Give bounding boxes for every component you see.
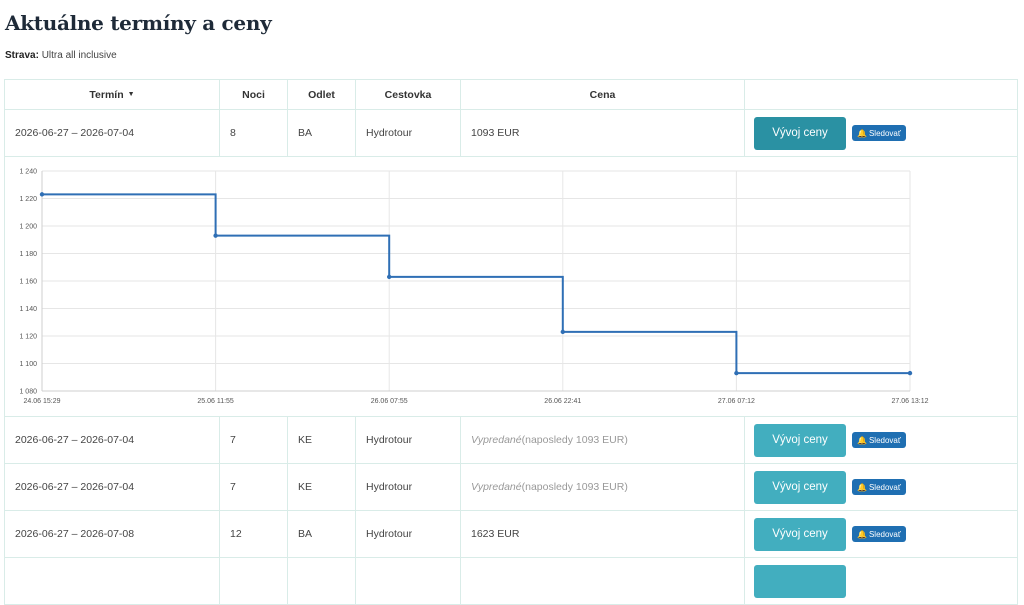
watch-button[interactable]: 🔔 Sledovať: [852, 526, 906, 542]
x-tick-label: 27.06 07:12: [718, 398, 755, 405]
board-info: Strava: Ultra all inclusive: [5, 50, 117, 61]
sort-down-icon: ▼: [127, 91, 135, 98]
actions-cell: [745, 558, 1017, 604]
header-departure: Odlet: [288, 80, 356, 109]
price-chart-row: 1 080 1 100 1 120 1 140 1 160 1 180 1 200 1 220…: [5, 157, 1018, 417]
nights-cell: 7: [220, 417, 288, 463]
board-value: Ultra all inclusive: [41, 50, 117, 61]
watch-label: Sledovať: [868, 128, 901, 138]
actions-cell: Vývoj ceny 🔔 Sledovať: [745, 110, 1017, 156]
price-history-button[interactable]: Vývoj ceny: [754, 470, 846, 504]
y-tick-label: 1 140: [19, 306, 37, 313]
table-row: 2026-06-27 – 2026-07-04 7 KE Hydrotour V…: [5, 417, 1018, 464]
last-price: (naposledy 1093 EUR): [521, 434, 628, 446]
price-cell: [461, 558, 745, 604]
table-row: 2026-06-27 – 2026-07-04 7 KE Hydrotour V…: [5, 464, 1018, 511]
data-point: [734, 370, 739, 376]
page-title: Aktuálne termíny a ceny: [5, 11, 272, 35]
agency-cell: Hydrotour: [356, 417, 461, 463]
header-agency: Cestovka: [356, 80, 461, 109]
x-tick-label: 24.06 15:29: [24, 398, 61, 405]
y-tick-label: 1 100: [19, 361, 37, 368]
table-row: 2026-06-27 – 2026-07-08 12 BA Hydrotour …: [5, 511, 1018, 558]
price-history-button[interactable]: Vývoj ceny: [754, 116, 846, 150]
departure-cell: KE: [288, 464, 356, 510]
header-nights: Noci: [220, 80, 288, 109]
term-cell: 2026-06-27 – 2026-07-08: [5, 511, 220, 557]
watch-button[interactable]: 🔔 Sledovať: [852, 479, 906, 495]
table-row: [5, 558, 1018, 605]
data-point: [387, 274, 392, 280]
data-point: [39, 192, 45, 197]
agency-cell: Hydrotour: [356, 110, 461, 156]
bell-icon: 🔔: [857, 482, 867, 492]
y-tick-label: 1 200: [19, 224, 37, 231]
departure-cell: BA: [288, 110, 356, 156]
agency-cell: Hydrotour: [356, 511, 461, 557]
header-price: Cena: [461, 80, 745, 109]
price-cell: Vypredané (naposledy 1093 EUR): [461, 464, 745, 510]
prices-table: Termín ▼ Noci Odlet Cestovka Cena 2026-0…: [4, 79, 1018, 605]
nights-cell: 7: [220, 464, 288, 510]
term-cell: 2026-06-27 – 2026-07-04: [5, 110, 220, 156]
header-term-label: Termín: [89, 88, 124, 101]
board-label: Strava:: [5, 50, 39, 61]
bell-icon: 🔔: [857, 128, 867, 138]
departure-cell: BA: [288, 511, 356, 557]
table-row: 2026-06-27 – 2026-07-04 8 BA Hydrotour 1…: [5, 110, 1018, 157]
price-history-button[interactable]: [754, 565, 846, 598]
data-point: [907, 370, 913, 376]
x-tick-label: 26.06 22:41: [544, 398, 581, 405]
bell-icon: 🔔: [857, 435, 867, 445]
price-cell: Vypredané (naposledy 1093 EUR): [461, 417, 745, 463]
x-tick-label: 26.06 07:55: [371, 398, 408, 405]
price-series-line: [42, 193, 910, 375]
nights-cell: [220, 558, 288, 604]
watch-label: Sledovať: [868, 529, 901, 539]
y-tick-label: 1 240: [19, 169, 37, 176]
actions-cell: Vývoj ceny 🔔 Sledovať: [745, 417, 1017, 463]
x-tick-label: 25.06 11:55: [197, 398, 234, 405]
sold-out-label: Vypredané: [471, 434, 522, 446]
bell-icon: 🔔: [857, 529, 867, 539]
term-cell: 2026-06-27 – 2026-07-04: [5, 464, 220, 510]
header-term[interactable]: Termín ▼: [5, 80, 220, 109]
y-tick-label: 1 180: [19, 251, 37, 258]
sold-out-label: Vypredané: [471, 481, 522, 493]
term-cell: [5, 558, 220, 604]
header-actions: [745, 80, 1017, 109]
price-history-button[interactable]: Vývoj ceny: [754, 423, 846, 457]
price-cell: 1093 EUR: [461, 110, 745, 156]
price-cell: 1623 EUR: [461, 511, 745, 557]
table-header: Termín ▼ Noci Odlet Cestovka Cena: [5, 80, 1018, 110]
watch-button[interactable]: 🔔 Sledovať: [852, 432, 906, 448]
term-cell: 2026-06-27 – 2026-07-04: [5, 417, 220, 463]
actions-cell: Vývoj ceny 🔔 Sledovať: [745, 511, 1017, 557]
watch-label: Sledovať: [868, 435, 901, 445]
agency-cell: Hydrotour: [356, 464, 461, 510]
y-tick-label: 1 120: [19, 334, 37, 341]
data-point: [560, 329, 565, 335]
y-tick-label: 1 220: [19, 196, 37, 203]
agency-cell: [356, 558, 461, 604]
data-point: [213, 233, 218, 238]
watch-button[interactable]: 🔔 Sledovať: [852, 125, 906, 141]
y-tick-label: 1 160: [19, 279, 37, 286]
nights-cell: 8: [220, 110, 288, 156]
price-history-button[interactable]: Vývoj ceny: [754, 517, 846, 551]
y-tick-label: 1 080: [19, 389, 37, 396]
departure-cell: [288, 558, 356, 604]
price-history-chart: 1 080 1 100 1 120 1 140 1 160 1 180 1 200 1 220…: [19, 169, 929, 406]
actions-cell: Vývoj ceny 🔔 Sledovať: [745, 464, 1017, 510]
last-price: (naposledy 1093 EUR): [521, 481, 628, 493]
nights-cell: 12: [220, 511, 288, 557]
x-tick-label: 27.06 13:12: [892, 398, 929, 405]
departure-cell: KE: [288, 417, 356, 463]
watch-label: Sledovať: [868, 482, 901, 492]
